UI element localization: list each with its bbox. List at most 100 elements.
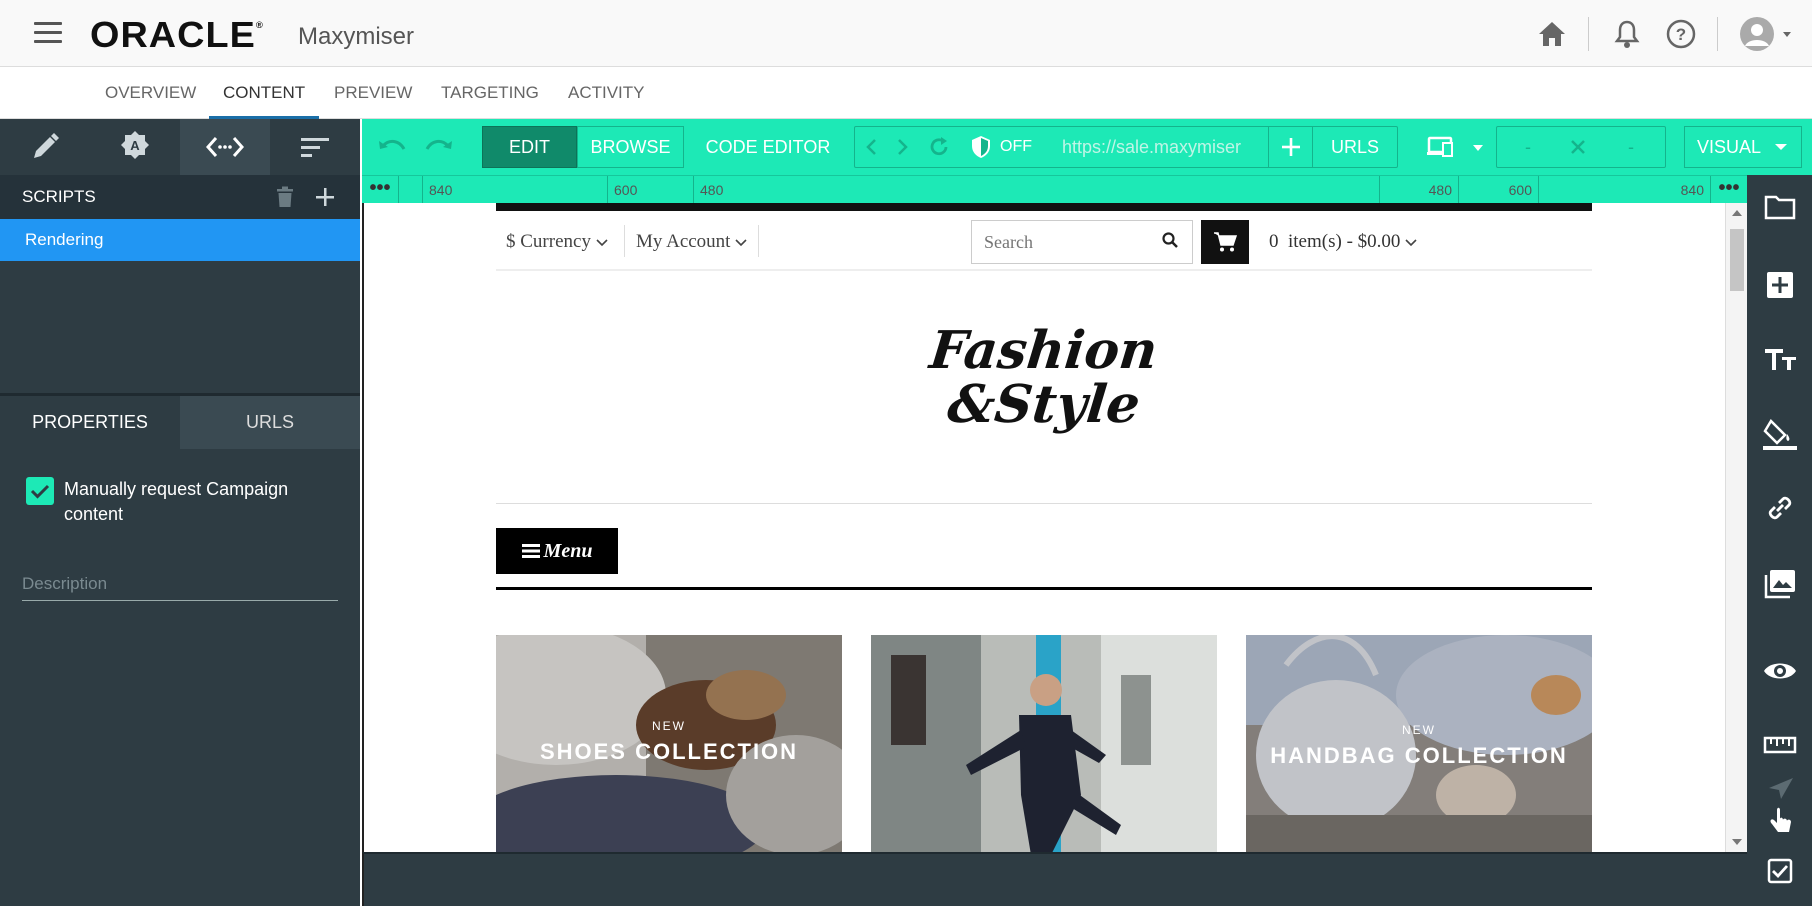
chevron-down-icon <box>596 239 608 247</box>
bell-icon[interactable] <box>1609 16 1645 52</box>
site-logo[interactable]: Fashion &Style <box>496 293 1592 463</box>
back-icon[interactable] <box>856 126 886 168</box>
edit-button[interactable]: EDIT <box>482 126 577 168</box>
urls-button[interactable]: URLS <box>1312 126 1397 168</box>
manual-request-checkbox[interactable] <box>26 477 54 505</box>
cart-summary[interactable]: 0 item(s) - $0.00 <box>1269 231 1417 253</box>
folder-icon[interactable] <box>1747 177 1812 237</box>
brand-text: ORACLE <box>90 14 256 55</box>
product-name: Maxymiser <box>298 23 415 50</box>
menu-label: Menu <box>543 539 593 562</box>
forward-icon[interactable] <box>888 126 918 168</box>
tab-preview[interactable]: PREVIEW <box>320 67 426 119</box>
banner-shoes[interactable]: NEW SHOES COLLECTION <box>496 635 842 852</box>
tab-activity[interactable]: ACTIVITY <box>554 67 659 119</box>
menu-icon <box>521 544 540 558</box>
tab-overview[interactable]: OVERVIEW <box>91 67 210 119</box>
scroll-down-icon[interactable] <box>1726 835 1747 849</box>
refresh-icon[interactable] <box>922 126 956 168</box>
banner-badge: NEW <box>1402 723 1436 737</box>
code-icon[interactable] <box>180 119 270 175</box>
banner-men[interactable] <box>871 635 1217 852</box>
tab-targeting[interactable]: TARGETING <box>427 67 553 119</box>
site-search-input[interactable] <box>971 220 1193 264</box>
banner-men-image <box>871 635 1217 852</box>
checkbox-icon[interactable] <box>1747 841 1812 901</box>
pencil-icon[interactable] <box>0 119 90 175</box>
site-menu-button[interactable]: Menu <box>496 528 618 574</box>
account-dropdown[interactable]: My Account <box>636 231 747 253</box>
eye-icon[interactable] <box>1747 641 1812 701</box>
tab-properties[interactable]: PROPERTIES <box>0 396 180 449</box>
bottom-panel <box>362 852 1747 906</box>
canvas-scrollbar[interactable] <box>1725 203 1747 852</box>
shield-toggle[interactable]: OFF <box>962 126 1052 168</box>
url-field[interactable]: https://sale.maxymiser <box>1056 126 1266 168</box>
header-actions: ? <box>1534 0 1812 67</box>
breakpoint-ruler: ••• 840 600 480 480 600 840 ••• <box>362 175 1747 204</box>
divider <box>624 225 625 257</box>
banner-title: SHOES COLLECTION <box>539 739 799 764</box>
mode-label: VISUAL <box>1696 136 1762 157</box>
ruler-mark[interactable]: 600 <box>607 176 687 204</box>
image-icon[interactable] <box>1747 554 1812 614</box>
sort-icon[interactable] <box>270 119 360 175</box>
device-dropdown[interactable] <box>1412 126 1500 168</box>
add-url-icon[interactable] <box>1268 126 1312 168</box>
logo-line-2: &Style <box>945 374 1144 435</box>
cart-summary-text: 0 item(s) - $0.00 <box>1269 231 1401 252</box>
plus-icon[interactable] <box>312 184 338 210</box>
ruler-mark[interactable]: 480 <box>1379 176 1459 204</box>
search-icon[interactable] <box>1161 231 1183 253</box>
ruler-mark[interactable]: 480 <box>693 176 1313 204</box>
manual-request-row: Manually request Campaign content <box>26 477 304 527</box>
site-top-stripe <box>496 203 1592 211</box>
touch-icon[interactable] <box>1747 801 1812 841</box>
banner-handbag[interactable]: NEW HANDBAG COLLECTION <box>1246 635 1592 852</box>
ruler-segment <box>398 176 422 204</box>
banner-title: HANDBAG COLLECTION <box>1270 743 1568 768</box>
width-field[interactable]: - <box>1498 126 1558 168</box>
tab-urls[interactable]: URLS <box>180 396 360 449</box>
scroll-thumb[interactable] <box>1730 229 1744 291</box>
manual-request-label: Manually request Campaign content <box>64 479 289 524</box>
banner-badge: NEW <box>652 719 686 733</box>
cart-icon[interactable] <box>1201 220 1249 264</box>
badge-icon[interactable]: A <box>90 119 180 175</box>
main-nav: OVERVIEW CONTENT PREVIEW TARGETING ACTIV… <box>0 67 1812 119</box>
ruler-more-right-icon[interactable]: ••• <box>1711 176 1747 204</box>
oracle-logo: ORACLE® <box>90 14 264 55</box>
code-editor-button[interactable]: CODE EDITOR <box>698 126 838 168</box>
close-icon[interactable] <box>1558 126 1598 168</box>
undo-icon[interactable] <box>372 126 412 168</box>
browse-button[interactable]: BROWSE <box>577 126 684 168</box>
hamburger-menu-icon[interactable] <box>34 22 62 44</box>
mode-dropdown[interactable]: VISUAL <box>1684 126 1802 168</box>
help-icon[interactable]: ? <box>1663 16 1699 52</box>
script-item-rendering[interactable]: Rendering <box>0 219 360 261</box>
add-element-icon[interactable] <box>1747 255 1812 315</box>
ruler-mark[interactable]: 840 <box>1539 176 1711 204</box>
redo-icon[interactable] <box>419 126 459 168</box>
tab-content[interactable]: CONTENT <box>209 67 320 119</box>
divider <box>496 587 1592 590</box>
link-icon[interactable] <box>1747 478 1812 538</box>
ruler-more-left-icon[interactable]: ••• <box>362 176 398 204</box>
home-icon[interactable] <box>1534 16 1570 52</box>
scroll-up-icon[interactable] <box>1726 206 1747 220</box>
avatar[interactable] <box>1738 16 1794 52</box>
chevron-down-icon <box>1775 144 1788 150</box>
ruler-icon[interactable] <box>1747 715 1812 775</box>
chevron-down-icon <box>1405 239 1417 247</box>
paint-bucket-icon[interactable] <box>1747 405 1812 465</box>
description-field[interactable] <box>22 567 338 601</box>
ruler-mark[interactable]: 600 <box>1459 176 1539 204</box>
ruler-mark[interactable]: 840 <box>422 176 572 204</box>
trash-icon[interactable] <box>272 184 298 210</box>
toggle-state: OFF <box>1000 138 1032 155</box>
text-size-icon[interactable] <box>1747 329 1812 389</box>
height-field[interactable]: - <box>1598 126 1664 168</box>
logo-line-1: Fashion <box>927 320 1161 381</box>
divider <box>1588 16 1589 51</box>
currency-dropdown[interactable]: $ Currency <box>506 231 608 253</box>
